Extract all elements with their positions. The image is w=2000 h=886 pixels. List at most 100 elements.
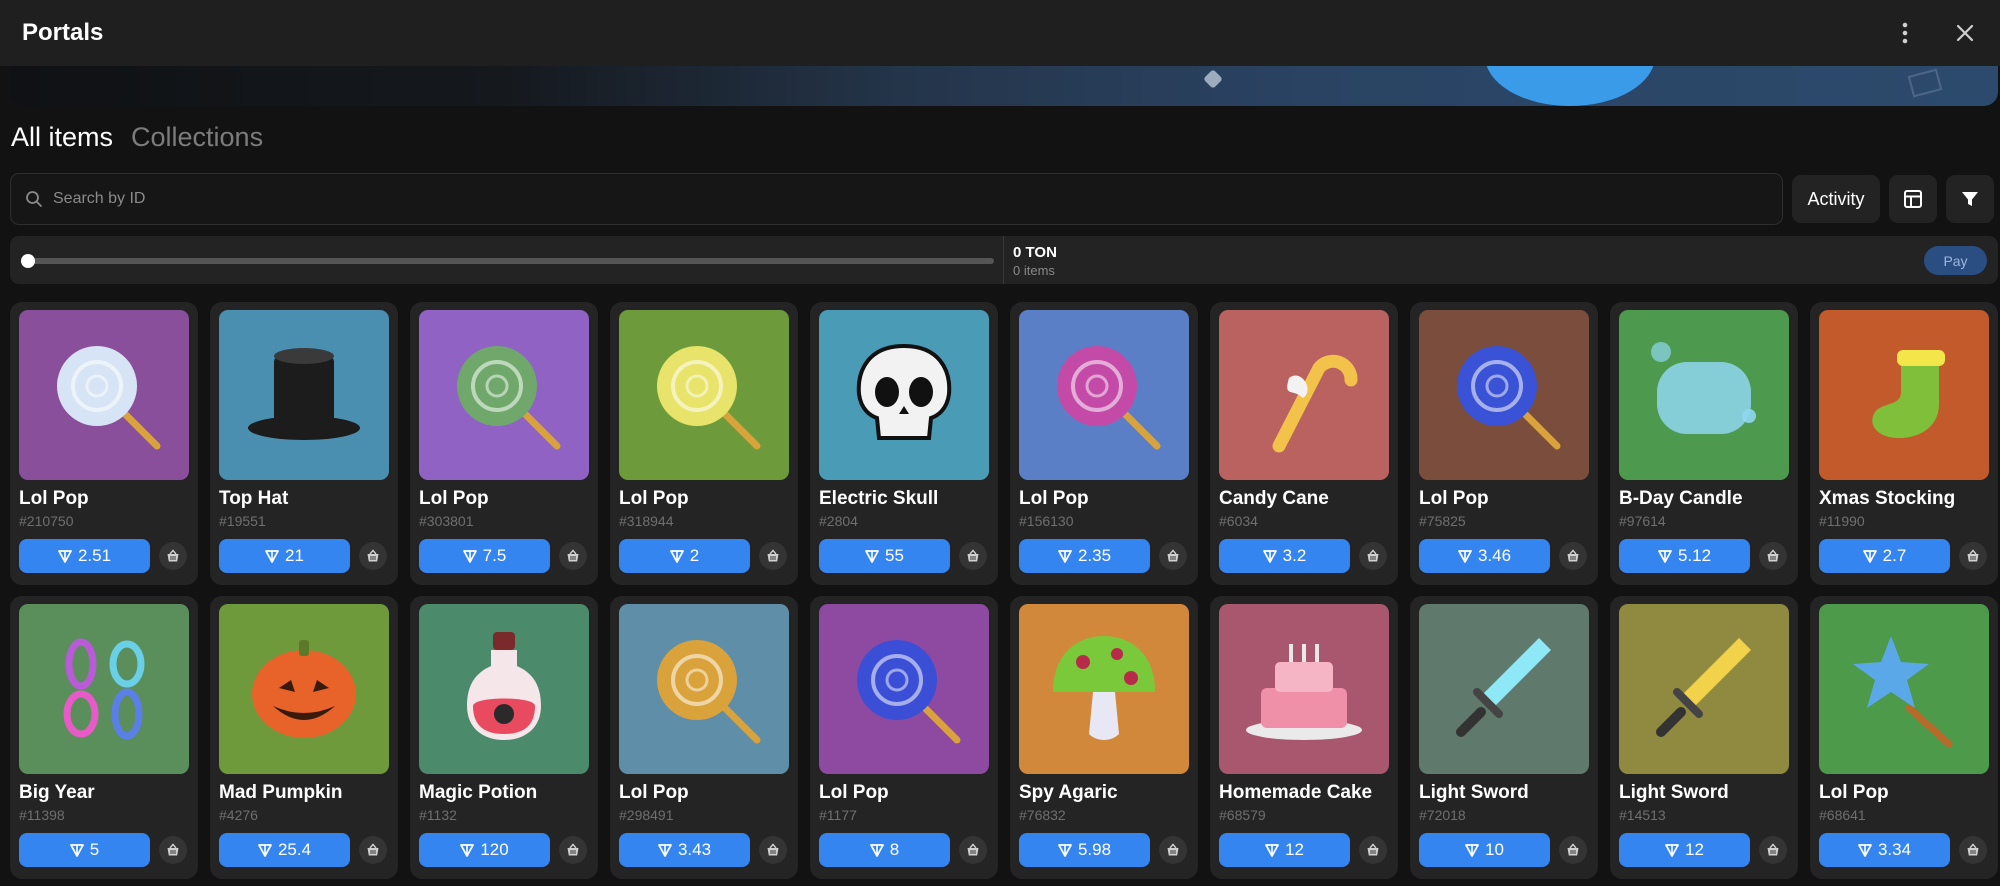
add-to-cart-button[interactable] <box>1559 836 1587 864</box>
add-to-cart-button[interactable] <box>359 542 387 570</box>
item-thumbnail[interactable] <box>1019 310 1189 480</box>
item-card[interactable]: Light Sword #72018 10 <box>1410 596 1598 879</box>
buy-price-button[interactable]: 2 <box>619 539 750 573</box>
ton-icon <box>462 550 477 563</box>
buy-price-button[interactable]: 12 <box>1219 833 1350 867</box>
item-id: #1132 <box>419 807 457 823</box>
buy-price-button[interactable]: 3.34 <box>1819 833 1950 867</box>
item-card[interactable]: Lol Pop #1177 8 <box>810 596 998 879</box>
item-thumbnail[interactable] <box>1619 604 1789 774</box>
item-card[interactable]: Lol Pop #68641 3.34 <box>1810 596 1998 879</box>
add-to-cart-button[interactable] <box>759 542 787 570</box>
search-input[interactable] <box>53 190 1753 208</box>
item-card[interactable]: Lol Pop #156130 2.35 <box>1010 302 1198 585</box>
add-to-cart-button[interactable] <box>1759 836 1787 864</box>
more-menu-icon[interactable] <box>1892 20 1918 46</box>
item-id: #76832 <box>1019 807 1066 823</box>
add-to-cart-button[interactable] <box>359 836 387 864</box>
basket-icon <box>1567 843 1579 856</box>
quantity-slider-track[interactable] <box>24 258 994 264</box>
add-to-cart-button[interactable] <box>1959 542 1987 570</box>
buy-price-button[interactable]: 10 <box>1419 833 1550 867</box>
item-thumbnail[interactable] <box>1219 310 1389 480</box>
add-to-cart-button[interactable] <box>559 542 587 570</box>
item-card[interactable]: Magic Potion #1132 120 <box>410 596 598 879</box>
sword-icon <box>1639 622 1769 757</box>
buy-price-button[interactable]: 2.35 <box>1019 539 1150 573</box>
buy-price-button[interactable]: 3.2 <box>1219 539 1350 573</box>
buy-price-button[interactable]: 120 <box>419 833 550 867</box>
add-to-cart-button[interactable] <box>1159 542 1187 570</box>
buy-price-button[interactable]: 55 <box>819 539 950 573</box>
item-card[interactable]: Lol Pop #318944 2 <box>610 302 798 585</box>
item-thumbnail[interactable] <box>1419 310 1589 480</box>
item-thumbnail[interactable] <box>619 310 789 480</box>
buy-price-button[interactable]: 7.5 <box>419 539 550 573</box>
item-card[interactable]: Lol Pop #303801 7.5 <box>410 302 598 585</box>
buy-price-button[interactable]: 3.43 <box>619 833 750 867</box>
item-card[interactable]: Top Hat #19551 21 <box>210 302 398 585</box>
promo-banner[interactable] <box>10 66 1998 106</box>
filter-button[interactable] <box>1946 175 1994 223</box>
add-to-cart-button[interactable] <box>1359 542 1387 570</box>
item-thumbnail[interactable] <box>1619 310 1789 480</box>
add-to-cart-button[interactable] <box>1959 836 1987 864</box>
add-to-cart-button[interactable] <box>159 542 187 570</box>
item-thumbnail[interactable] <box>1419 604 1589 774</box>
item-price: 3.43 <box>677 840 712 859</box>
add-to-cart-button[interactable] <box>559 836 587 864</box>
add-to-cart-button[interactable] <box>759 836 787 864</box>
add-to-cart-button[interactable] <box>1759 542 1787 570</box>
item-card[interactable]: Xmas Stocking #11990 2.7 <box>1810 302 1998 585</box>
item-thumbnail[interactable] <box>219 604 389 774</box>
item-thumbnail[interactable] <box>1019 604 1189 774</box>
search-box <box>10 173 1783 225</box>
close-icon[interactable] <box>1952 20 1978 46</box>
item-card[interactable]: Mad Pumpkin #4276 25.4 <box>210 596 398 879</box>
item-card[interactable]: Lol Pop #210750 2.51 <box>10 302 198 585</box>
item-thumbnail[interactable] <box>1819 310 1989 480</box>
item-thumbnail[interactable] <box>819 604 989 774</box>
tab-collections[interactable]: Collections <box>131 122 263 153</box>
add-to-cart-button[interactable] <box>959 836 987 864</box>
item-thumbnail[interactable] <box>819 310 989 480</box>
item-thumbnail[interactable] <box>419 310 589 480</box>
layout-toggle-button[interactable] <box>1889 175 1937 223</box>
add-to-cart-button[interactable] <box>1559 542 1587 570</box>
item-thumbnail[interactable] <box>1819 604 1989 774</box>
quantity-slider-thumb[interactable] <box>21 254 35 268</box>
item-card[interactable]: Electric Skull #2804 55 <box>810 302 998 585</box>
item-card[interactable]: Big Year #11398 5 <box>10 596 198 879</box>
buy-price-button[interactable]: 21 <box>219 539 350 573</box>
item-thumbnail[interactable] <box>219 310 389 480</box>
item-card[interactable]: Lol Pop #75825 3.46 <box>1410 302 1598 585</box>
buy-price-button[interactable]: 5.98 <box>1019 833 1150 867</box>
item-thumbnail[interactable] <box>1219 604 1389 774</box>
item-card[interactable]: B-Day Candle #97614 5.12 <box>1610 302 1798 585</box>
item-card[interactable]: Homemade Cake #68579 12 <box>1210 596 1398 879</box>
buy-price-button[interactable]: 3.46 <box>1419 539 1550 573</box>
item-thumbnail[interactable] <box>19 604 189 774</box>
add-to-cart-button[interactable] <box>1159 836 1187 864</box>
buy-price-button[interactable]: 2.51 <box>19 539 150 573</box>
activity-button[interactable]: Activity <box>1792 175 1880 223</box>
add-to-cart-button[interactable] <box>959 542 987 570</box>
tab-all-items[interactable]: All items <box>11 122 113 153</box>
item-card[interactable]: Lol Pop #298491 3.43 <box>610 596 798 879</box>
item-thumbnail[interactable] <box>19 310 189 480</box>
buy-price-button[interactable]: 8 <box>819 833 950 867</box>
buy-price-button[interactable]: 5 <box>19 833 150 867</box>
buy-price-button[interactable]: 12 <box>1619 833 1750 867</box>
item-thumbnail[interactable] <box>419 604 589 774</box>
item-thumbnail[interactable] <box>619 604 789 774</box>
item-card[interactable]: Light Sword #14513 12 <box>1610 596 1798 879</box>
add-to-cart-button[interactable] <box>159 836 187 864</box>
item-card[interactable]: Candy Cane #6034 3.2 <box>1210 302 1398 585</box>
buy-price-button[interactable]: 2.7 <box>1819 539 1950 573</box>
item-card[interactable]: Spy Agaric #76832 5.98 <box>1010 596 1198 879</box>
buy-price-button[interactable]: 5.12 <box>1619 539 1750 573</box>
candy-cane-icon <box>1239 328 1369 463</box>
add-to-cart-button[interactable] <box>1359 836 1387 864</box>
buy-price-button[interactable]: 25.4 <box>219 833 350 867</box>
pay-button[interactable]: Pay <box>1924 246 1987 275</box>
